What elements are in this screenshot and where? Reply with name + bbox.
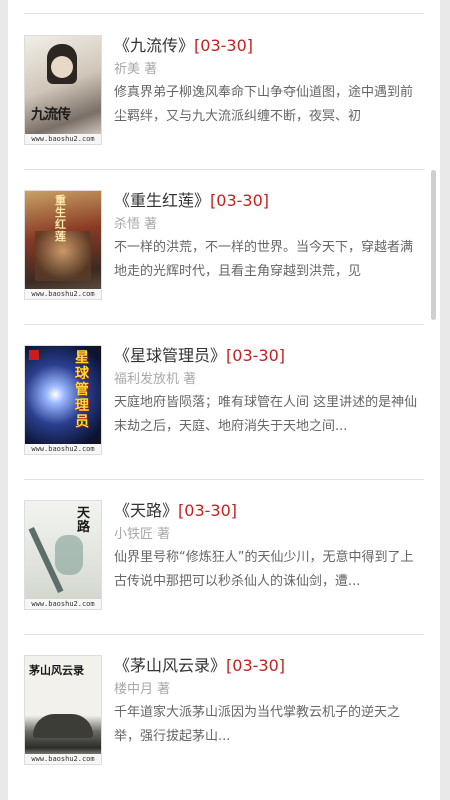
book-list-panel: 九流传 www.baoshu2.com 《九流传》[03-30] 祈美 著 修真…: [8, 0, 440, 800]
update-date: [03-30]: [210, 191, 269, 210]
cover-face: [51, 56, 73, 78]
book-title[interactable]: 《星球管理员》: [114, 346, 226, 365]
book-info: 《九流传》[03-30] 祈美 著 修真界弟子柳逸风奉命下山争夺仙道图，途中遇到…: [114, 35, 424, 129]
cover-title: 九流传: [31, 107, 71, 123]
book-author: 祈美 著: [114, 62, 158, 77]
book-author: 福利发放机 著: [114, 372, 197, 387]
book-title[interactable]: 《茅山风云录》: [114, 656, 226, 675]
update-date: [03-30]: [226, 346, 285, 365]
cover-watermark: www.baoshu2.com: [25, 289, 101, 299]
book-list-item[interactable]: 重生红莲 www.baoshu2.com 《重生红莲》[03-30] 杀悟 著 …: [8, 170, 440, 325]
book-info: 《天路》[03-30] 小铁匠 著 仙界里号称“修炼狂人”的天仙少川，无意中得到…: [114, 500, 424, 594]
divider: [24, 13, 424, 14]
cover-figure: [55, 535, 83, 575]
cover-watermark: www.baoshu2.com: [25, 444, 101, 454]
book-cover[interactable]: 天路 www.baoshu2.com: [24, 500, 102, 610]
book-description: 修真界弟子柳逸风奉命下山争夺仙道图，途中遇到前尘羁绊，又与九大流派纠缠不断，夜冥…: [114, 85, 414, 124]
book-description: 天庭地府皆陨落；唯有球管在人间 这里讲述的是神仙末劫之后，天庭、地府消失于天地之…: [114, 395, 418, 434]
book-info: 《重生红莲》[03-30] 杀悟 著 不一样的洪荒，不一样的世界。当今天下，穿越…: [114, 190, 424, 284]
update-date: [03-30]: [194, 36, 253, 55]
book-author: 楼中月 著: [114, 682, 171, 697]
cover-title: 茅山风云录: [29, 664, 84, 677]
book-cover[interactable]: 重生红莲 www.baoshu2.com: [24, 190, 102, 300]
cover-watermark: www.baoshu2.com: [25, 754, 101, 764]
scrollbar[interactable]: [431, 170, 436, 320]
book-title[interactable]: 《天路》: [114, 501, 178, 520]
book-description: 千年道家大派茅山派因为当代掌教云机子的逆天之举，强行拔起茅山...: [114, 705, 401, 744]
book-info: 《茅山风云录》[03-30] 楼中月 著 千年道家大派茅山派因为当代掌教云机子的…: [114, 655, 424, 749]
book-author: 小铁匠 著: [114, 527, 171, 542]
cover-watermark: www.baoshu2.com: [25, 134, 101, 144]
book-list-item[interactable]: 九流传 www.baoshu2.com 《九流传》[03-30] 祈美 著 修真…: [8, 15, 440, 170]
book-title-line[interactable]: 《天路》[03-30]: [114, 500, 424, 522]
book-title-line[interactable]: 《重生红莲》[03-30]: [114, 190, 424, 212]
update-date: [03-30]: [178, 501, 237, 520]
cover-title: 重生红莲: [55, 194, 66, 243]
book-cover[interactable]: 星球管理员 www.baoshu2.com: [24, 345, 102, 455]
book-cover[interactable]: 九流传 www.baoshu2.com: [24, 35, 102, 145]
cover-title: 星球管理员: [75, 350, 89, 430]
cover-watermark: www.baoshu2.com: [25, 599, 101, 609]
book-title[interactable]: 《重生红莲》: [114, 191, 210, 210]
book-author: 杀悟 著: [114, 217, 158, 232]
cover-title: 天路: [77, 506, 91, 535]
cover-mountain: [33, 714, 93, 738]
book-list-item[interactable]: 茅山风云录 www.baoshu2.com 《茅山风云录》[03-30] 楼中月…: [8, 635, 440, 790]
book-title-line[interactable]: 《茅山风云录》[03-30]: [114, 655, 424, 677]
book-title[interactable]: 《九流传》: [114, 36, 194, 55]
book-description: 不一样的洪荒，不一样的世界。当今天下，穿越者满地走的光辉时代，且看主角穿越到洪荒…: [114, 240, 414, 279]
book-cover[interactable]: 茅山风云录 www.baoshu2.com: [24, 655, 102, 765]
book-title-line[interactable]: 《星球管理员》[03-30]: [114, 345, 424, 367]
book-list-item[interactable]: 天路 www.baoshu2.com 《天路》[03-30] 小铁匠 著 仙界里…: [8, 480, 440, 635]
book-description: 仙界里号称“修炼狂人”的天仙少川，无意中得到了上古传说中那把可以秒杀仙人的诛仙剑…: [114, 550, 414, 589]
cover-badge: [29, 350, 39, 360]
book-title-line[interactable]: 《九流传》[03-30]: [114, 35, 424, 57]
book-list-item[interactable]: 星球管理员 www.baoshu2.com 《星球管理员》[03-30] 福利发…: [8, 325, 440, 480]
update-date: [03-30]: [226, 656, 285, 675]
book-info: 《星球管理员》[03-30] 福利发放机 著 天庭地府皆陨落；唯有球管在人间 这…: [114, 345, 424, 439]
